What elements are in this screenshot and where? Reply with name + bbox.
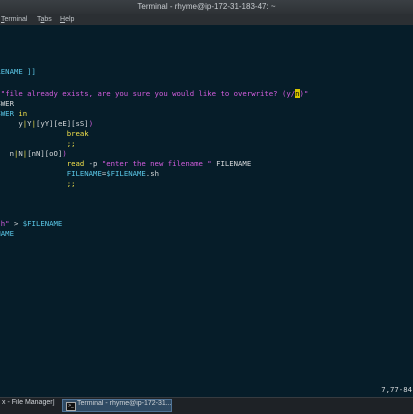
code-token: "file already exists, are you sure you w…: [0, 89, 296, 98]
taskbar: x - File Manager] >_ Terminal - rhyme@ip…: [0, 397, 413, 414]
cursor-position-status: 7,77-84: [381, 385, 412, 394]
code-token: ;;: [66, 179, 76, 188]
menu-tabs[interactable]: Tabs: [37, 14, 52, 25]
code-token: [yY][eE][sS]: [35, 119, 89, 128]
taskbar-item-terminal[interactable]: >_ Terminal - rhyme@ip-172-31...: [62, 399, 172, 412]
editor-line: ILENAME ]]: [0, 67, 36, 77]
code-token: [nN][oO]: [27, 149, 63, 158]
code-token: -p: [88, 159, 102, 168]
code-token: "enter the new filename ": [101, 159, 212, 168]
editor-line: break: [0, 129, 89, 139]
editor-line: y|Y|[yY][eE][sS]): [0, 119, 93, 129]
editor-line: ash" > $FILENAME: [0, 219, 62, 229]
editor-line: ENAME: [0, 229, 14, 239]
code-token: ): [62, 149, 67, 158]
code-token: NSWER: [0, 109, 14, 118]
terminal-icon: >_: [66, 402, 76, 411]
terminal-view[interactable]: ILENAME ]] n "file already exists, are yo…: [0, 25, 413, 397]
code-token: read: [66, 159, 89, 168]
taskbar-item-file-manager[interactable]: x - File Manager]: [0, 399, 58, 412]
code-token: $FILENAME: [106, 169, 146, 178]
editor-line: ;;: [0, 179, 76, 189]
menu-help[interactable]: Help: [60, 14, 74, 25]
code-token: ILENAME ]]: [0, 67, 36, 76]
code-token: NSWER: [0, 99, 14, 108]
editor-line: read -p "enter the new filename " FILENA…: [0, 159, 252, 169]
code-token: .sh: [145, 169, 159, 178]
code-token: FILENAME: [66, 169, 102, 178]
code-token: ;;: [66, 139, 76, 148]
editor-line: NSWER: [0, 99, 14, 109]
code-token: >: [9, 219, 23, 228]
taskbar-item-terminal-label: Terminal - rhyme@ip-172-31...: [77, 400, 172, 407]
editor-line: n "file already exists, are you sure you…: [0, 89, 308, 99]
code-token: ash": [0, 219, 10, 228]
editor-line: NSWER in: [0, 109, 27, 119]
code-token: break: [66, 129, 89, 138]
code-token: y: [18, 119, 23, 128]
editor-line: n|N|[nN][oO]): [0, 149, 67, 159]
code-token: n: [9, 149, 14, 158]
editor-line: ;;: [0, 139, 76, 149]
editor-line: FILENAME=$FILENAME.sh: [0, 169, 159, 179]
code-token: in: [18, 109, 28, 118]
window-title: Terminal - rhyme@ip-172-31-183-47: ~: [0, 0, 413, 14]
menu-terminal[interactable]: Terminal: [1, 14, 27, 25]
code-token: $FILENAME: [22, 219, 63, 228]
code-token: )": [299, 89, 309, 98]
code-token: ): [88, 119, 94, 128]
menu-bar: Terminal Tabs Help: [0, 14, 413, 25]
code-token: ENAME: [0, 229, 14, 238]
code-token: FILENAME: [211, 159, 252, 168]
